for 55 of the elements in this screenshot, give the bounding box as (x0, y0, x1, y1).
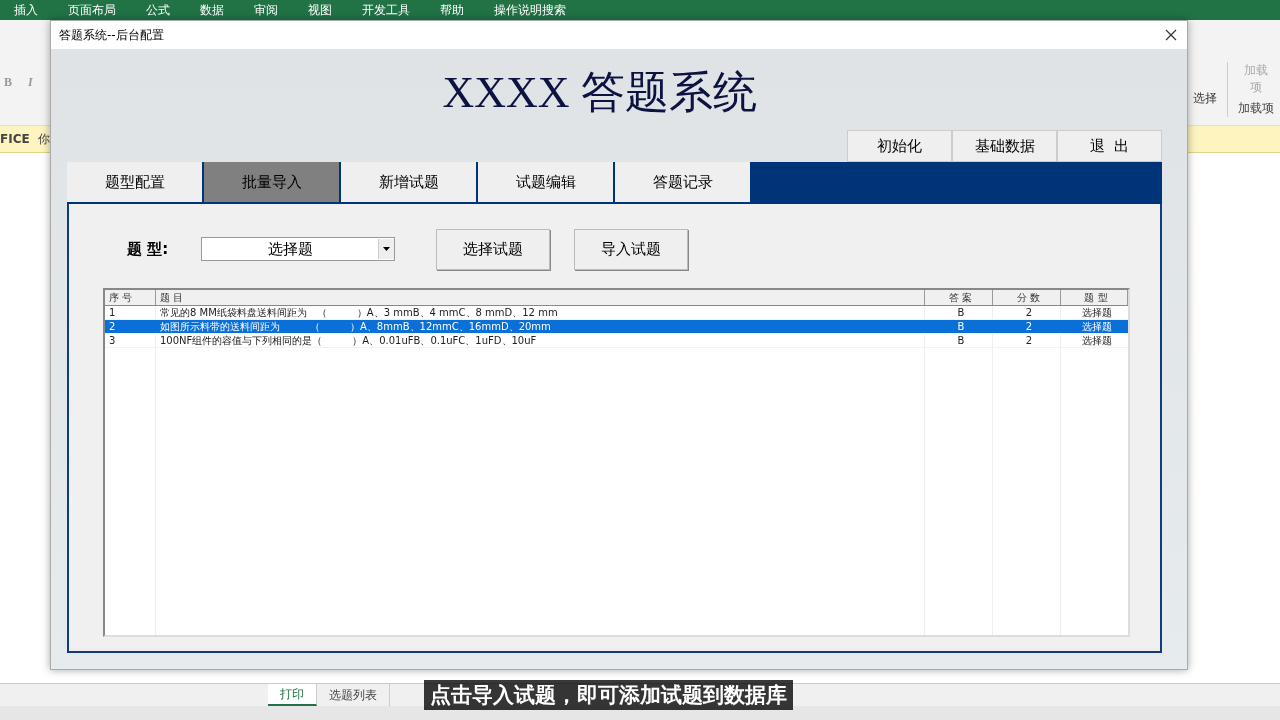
menu-item[interactable]: 审阅 (254, 1, 278, 19)
sheet-tab[interactable]: 打印 (268, 684, 317, 706)
type-dropdown[interactable]: 选择题 (201, 237, 395, 261)
list-cell-text: 1 (108, 306, 117, 319)
close-icon (1165, 29, 1177, 41)
list-cell-text: B (956, 334, 966, 347)
list-row[interactable]: 3 100NF组件的容值与下列相同的是（ ）A、0.01uFB、0.1uFC、1uFD、10uF B 2 选择题 (105, 334, 1128, 348)
window-title: 答题系统--后台配置 (59, 26, 164, 44)
list-cell-text: B (956, 306, 966, 319)
action-button[interactable]: 选择试题 (436, 228, 550, 270)
column-header[interactable]: 分 数 (993, 290, 1061, 305)
column-header[interactable]: 题 型 (1061, 290, 1128, 305)
list-cell-text: 2 (1024, 334, 1034, 347)
list-cell-text: 常见的8 MM纸袋料盘送料间距为 （ ）A、3 mmB、4 mmC、8 mmD、12 mm (159, 306, 559, 319)
video-caption: 点击导入试题，即可添加试题到数据库 (424, 680, 793, 710)
field-label: 题 型: (126, 239, 170, 259)
menu-item[interactable]: 数据 (200, 1, 224, 19)
tab[interactable]: 新增试题 (341, 162, 478, 202)
message-text: FICE (0, 132, 30, 146)
column-header[interactable]: 序 号 (105, 290, 156, 305)
menu-item[interactable]: 插入 (14, 1, 38, 19)
list-cell-text: 3 (108, 334, 117, 347)
ribbon-command[interactable]: 选择 (1193, 90, 1217, 107)
list-cell-text: 如图所示料带的送料间距为 （ ）A、8mmB、12mmC、16mmD、20mm (159, 320, 552, 333)
app-heading: XXXX 答题系统 (442, 67, 757, 119)
list-cell-text: B (956, 320, 966, 333)
menu-item[interactable]: 帮助 (440, 1, 464, 19)
tab[interactable]: 试题编辑 (478, 162, 615, 202)
group-label: 加载项 (1238, 100, 1274, 117)
tab[interactable]: 批量导入 (204, 162, 341, 202)
list-cell-text: 选择题 (1080, 334, 1113, 347)
menu-item[interactable]: 公式 (146, 1, 170, 19)
list-cell-text: 2 (108, 320, 117, 333)
menu-item[interactable]: 页面布局 (68, 1, 116, 19)
toolbar-button[interactable]: 基础数据 (952, 130, 1057, 162)
list-cell-text: 选择题 (1080, 320, 1113, 333)
column-header[interactable]: 题 目 (156, 290, 925, 305)
menu-item[interactable]: 视图 (308, 1, 332, 19)
list-cell-text: 2 (1024, 320, 1034, 333)
dropdown-button[interactable] (378, 239, 394, 259)
close-button[interactable] (1163, 27, 1179, 43)
tab[interactable]: 题型配置 (67, 162, 204, 202)
column-header[interactable]: 答 案 (925, 290, 993, 305)
list-cell-text: 2 (1024, 306, 1034, 319)
menu-item[interactable]: 操作说明搜索 (494, 1, 566, 19)
caret-icon (383, 247, 390, 251)
list-cell-text: 100NF组件的容值与下列相同的是（ ）A、0.01uFB、0.1uFC、1uFD、10uF (159, 334, 538, 347)
tab[interactable]: 答题记录 (615, 162, 752, 202)
list-cell-text: 选择题 (1080, 306, 1113, 319)
action-button[interactable]: 导入试题 (574, 228, 688, 270)
menu-item[interactable]: 开发工具 (362, 1, 410, 19)
message-text: 你 (37, 130, 50, 148)
list-row[interactable]: 2 如图所示料带的送料间距为 （ ）A、8mmB、12mmC、16mmD、20mm B 2 选择题 (105, 320, 1128, 334)
toolbar-button[interactable]: 退 出 (1057, 130, 1162, 162)
toolbar-button[interactable]: 初始化 (847, 130, 952, 162)
